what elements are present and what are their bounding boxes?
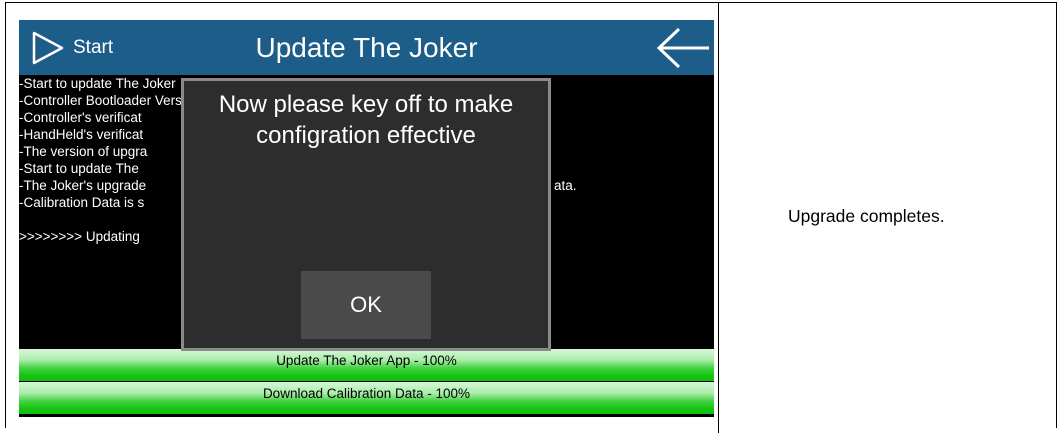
table-cell-divider [718,2,719,433]
app-screen: Update The Joker Start -Start to update … [19,20,714,417]
progress-label: Download Calibration Data - 100% [262,386,471,401]
start-button[interactable]: Start [31,27,113,69]
log-line: -Controller's verificat [19,110,142,125]
key-off-dialog: Now please key off to make configration … [181,78,551,351]
dialog-message-line: Now please key off to make [218,91,514,118]
log-line: -Start to update The Joker [19,76,176,91]
arrow-left-icon [656,27,709,69]
log-line: >>>>>>>> Updating [19,229,140,244]
start-label: Start [73,37,114,58]
back-button[interactable] [655,26,711,75]
dialog-message-line: configration effective [256,122,476,149]
dialog-message: Now please key off to make configration … [184,89,548,151]
progress-bar-calibration: Download Calibration Data - 100% [19,382,714,414]
log-line: -HandHeld's verificat [19,127,144,142]
title-bar: Update The Joker Start [19,20,714,75]
log-line: -The Joker's upgrade [19,178,147,193]
ok-button[interactable]: OK [301,271,431,339]
log-line: -Calibration Data is s [19,195,145,210]
caption-text: Upgrade completes. [788,206,945,226]
page-title: Update The Joker [255,32,478,63]
progress-label: Update The Joker App - 100% [276,353,457,368]
log-line: -Start to update The [19,161,139,176]
log-line: -The version of upgra [19,144,148,159]
log-line-fragment: ata. [554,178,577,193]
play-triangle-icon [32,31,64,65]
progress-bar-app: Update The Joker App - 100% [19,349,714,381]
